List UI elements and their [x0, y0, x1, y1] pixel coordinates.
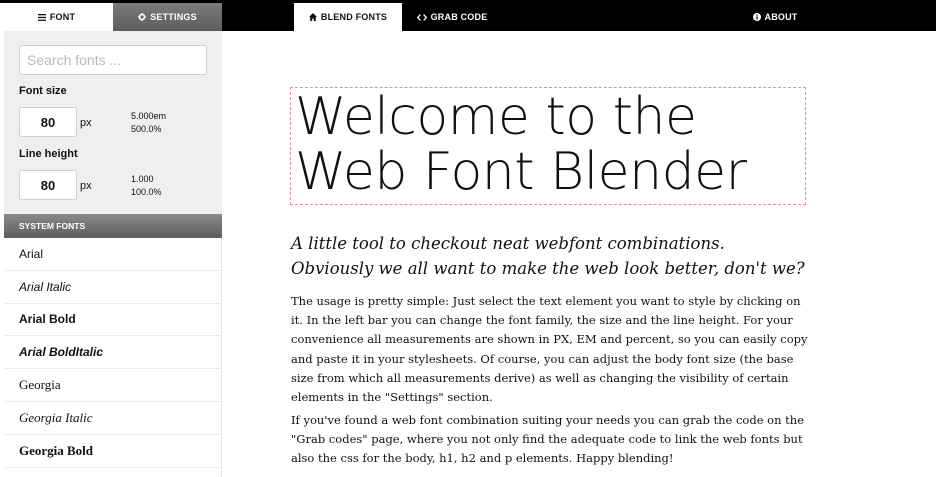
preview-area: Welcome to the Web Font Blender A little…: [223, 31, 936, 477]
h1-selection-box[interactable]: Welcome to the Web Font Blender: [290, 87, 806, 205]
tab-font-label: FONT: [49, 12, 76, 22]
font-size-percent: 500.0%: [131, 124, 162, 134]
sidebar: Font size px 5.000em 500.0% Line height …: [4, 31, 222, 477]
line-height-input[interactable]: [19, 170, 77, 200]
font-item-arial-bold[interactable]: Arial Bold: [4, 304, 222, 337]
top-navigation-bar: FONT SETTINGS BLEND FONTS GRAB CODE ABOU…: [0, 0, 936, 31]
font-item-georgia-italic[interactable]: Georgia Italic: [4, 402, 222, 435]
font-size-conversion: 5.000em 500.0%: [131, 110, 166, 136]
line-height-em: 1.000: [131, 174, 154, 184]
font-controls-panel: Font size px 5.000em 500.0% Line height …: [4, 31, 222, 214]
system-fonts-header: SYSTEM FONTS: [4, 214, 222, 238]
line-height-unit: px: [80, 180, 92, 192]
font-size-input[interactable]: [19, 107, 77, 137]
system-fonts-list: Arial Arial Italic Arial Bold Arial Bold…: [4, 238, 222, 468]
page-title[interactable]: Welcome to the Web Font Blender: [295, 90, 801, 200]
home-icon: [308, 13, 317, 21]
font-item-arial[interactable]: Arial: [4, 238, 222, 271]
line-height-conversion: 1.000 100.0%: [131, 173, 162, 199]
search-fonts-input[interactable]: [19, 45, 207, 75]
font-item-arial-italic[interactable]: Arial Italic: [4, 271, 222, 304]
font-size-em: 5.000em: [131, 111, 167, 121]
font-item-georgia-bold[interactable]: Georgia Bold: [4, 435, 222, 468]
code-icon: [416, 13, 427, 21]
list-icon: [37, 13, 46, 21]
body-paragraph-usage[interactable]: The usage is pretty simple: Just select …: [291, 292, 811, 407]
tab-blend-fonts-label: BLEND FONTS: [320, 12, 388, 22]
gear-icon: [138, 13, 147, 21]
line-height-percent: 100.0%: [131, 187, 162, 197]
tab-settings[interactable]: SETTINGS: [113, 3, 222, 31]
subtitle-heading[interactable]: A little tool to checkout neat webfont c…: [291, 231, 811, 281]
body-paragraph-grab[interactable]: If you've found a web font combination s…: [291, 411, 811, 469]
tab-blend-fonts[interactable]: BLEND FONTS: [294, 3, 402, 31]
font-item-georgia[interactable]: Georgia: [4, 369, 222, 402]
tab-grab-code-label: GRAB CODE: [430, 12, 488, 22]
tab-grab-code[interactable]: GRAB CODE: [402, 3, 502, 31]
line-height-label: Line height: [19, 148, 78, 160]
info-icon: [752, 13, 761, 21]
font-size-unit: px: [80, 117, 92, 129]
font-size-label: Font size: [19, 85, 67, 97]
tab-about[interactable]: ABOUT: [720, 3, 830, 31]
tab-about-label: ABOUT: [764, 12, 798, 22]
tab-settings-label: SETTINGS: [150, 12, 197, 22]
font-item-arial-bolditalic[interactable]: Arial BoldItalic: [4, 336, 222, 370]
tab-font[interactable]: FONT: [0, 3, 113, 31]
